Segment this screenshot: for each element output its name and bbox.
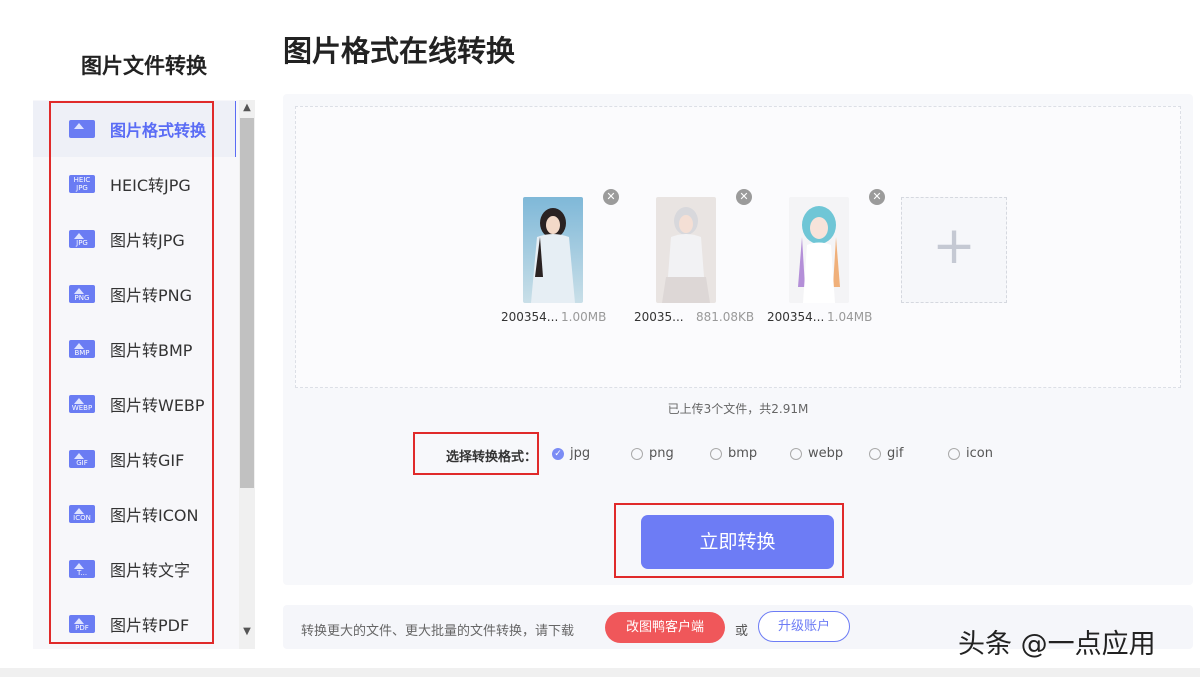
- format-option-png[interactable]: png: [631, 446, 674, 461]
- sidebar-item-image-convert[interactable]: 图片格式转换: [33, 101, 236, 157]
- file-thumbnail: [656, 197, 716, 303]
- convert-button[interactable]: 立即转换: [641, 515, 834, 569]
- format-option-icon[interactable]: icon: [948, 446, 993, 461]
- sidebar-item-label: 图片转PNG: [110, 286, 193, 305]
- download-prompt-text: 转换更大的文件、更大批量的文件转换，请下载: [301, 624, 575, 639]
- heic-jpg-icon: HEIC JPG: [69, 175, 95, 193]
- sidebar-item-label: 图片转文字: [110, 561, 191, 580]
- sidebar-item-label: 图片转PDF: [110, 616, 190, 635]
- upgrade-account-button[interactable]: 升级账户: [758, 611, 850, 642]
- download-client-button[interactable]: 改图鸭客户端: [605, 612, 725, 643]
- plus-icon: +: [932, 216, 976, 276]
- bmp-icon: BMP: [69, 340, 95, 358]
- file-name: 20035...: [634, 310, 684, 324]
- radio-icon[interactable]: [948, 447, 960, 460]
- radio-icon[interactable]: [710, 447, 722, 460]
- format-label: 选择转换格式：: [446, 450, 538, 465]
- radio-checked-icon[interactable]: ✓: [552, 447, 564, 460]
- image-convert-icon: [69, 120, 95, 138]
- sidebar-item-text[interactable]: T... 图片转文字: [33, 541, 236, 597]
- file-size: 1.00MB: [561, 310, 607, 324]
- format-option-bmp[interactable]: bmp: [710, 446, 757, 461]
- file-size: 1.04MB: [827, 310, 873, 324]
- format-option-webp[interactable]: webp: [790, 446, 843, 461]
- sidebar-item-label: 图片转BMP: [110, 341, 193, 360]
- active-indicator: [235, 101, 236, 157]
- sidebar-scrollbar[interactable]: ▲ ▼: [239, 100, 255, 649]
- sidebar-title: 图片文件转换: [81, 54, 207, 78]
- add-file-button[interactable]: +: [901, 197, 1007, 303]
- sidebar-item-label: 图片转JPG: [110, 231, 185, 250]
- scroll-thumb[interactable]: [240, 118, 254, 488]
- icon-format-icon: ICON: [69, 505, 95, 523]
- sidebar-item-bmp[interactable]: BMP 图片转BMP: [33, 321, 236, 377]
- sidebar-list: 图片格式转换 HEIC JPG HEIC转JPG JPG 图片转JPG PNG …: [33, 100, 236, 649]
- file-size: 881.08KB: [696, 310, 755, 324]
- sidebar-item-label: HEIC转JPG: [110, 176, 191, 195]
- pdf-icon: PDF: [69, 615, 95, 633]
- page-title: 图片格式在线转换: [283, 34, 516, 68]
- radio-icon[interactable]: [631, 447, 643, 460]
- file-name: 200354...: [767, 310, 825, 324]
- sidebar-item-heic-jpg[interactable]: HEIC JPG HEIC转JPG: [33, 156, 236, 212]
- png-icon: PNG: [69, 285, 95, 303]
- file-thumbnail: [789, 197, 849, 303]
- sidebar-item-pdf[interactable]: PDF 图片转PDF: [33, 596, 236, 649]
- upload-summary: 已上传3个文件，共2.91M: [667, 402, 809, 416]
- sidebar-item-webp[interactable]: WEBP 图片转WEBP: [33, 376, 236, 432]
- sidebar-item-label: 图片转ICON: [110, 506, 199, 525]
- sidebar-item-label: 图片转WEBP: [110, 396, 205, 415]
- sidebar: 图片格式转换 HEIC JPG HEIC转JPG JPG 图片转JPG PNG …: [33, 100, 255, 649]
- converter-panel: ✕ 200354... 1.00MB ✕ 20035... 881.08KB ✕…: [283, 94, 1193, 585]
- watermark: 头条 @一点应用: [958, 629, 1156, 660]
- scroll-down-icon[interactable]: ▼: [239, 626, 255, 637]
- jpg-icon: JPG: [69, 230, 95, 248]
- page-bottom-strip: [0, 668, 1200, 677]
- format-option-jpg[interactable]: ✓ jpg: [552, 446, 590, 461]
- webp-icon: WEBP: [69, 395, 95, 413]
- radio-icon[interactable]: [869, 447, 881, 460]
- or-text: 或: [735, 624, 749, 639]
- gif-icon: GIF: [69, 450, 95, 468]
- text-icon: T...: [69, 560, 95, 578]
- sidebar-item-png[interactable]: PNG 图片转PNG: [33, 266, 236, 322]
- sidebar-item-jpg[interactable]: JPG 图片转JPG: [33, 211, 236, 267]
- remove-file-icon[interactable]: ✕: [869, 189, 885, 205]
- remove-file-icon[interactable]: ✕: [603, 189, 619, 205]
- upload-dropzone[interactable]: ✕ 200354... 1.00MB ✕ 20035... 881.08KB ✕…: [295, 106, 1181, 388]
- file-thumbnail: [523, 197, 583, 303]
- format-option-gif[interactable]: gif: [869, 446, 903, 461]
- sidebar-item-icon[interactable]: ICON 图片转ICON: [33, 486, 236, 542]
- sidebar-item-label: 图片格式转换: [110, 121, 207, 140]
- sidebar-item-gif[interactable]: GIF 图片转GIF: [33, 431, 236, 487]
- sidebar-item-label: 图片转GIF: [110, 451, 185, 470]
- file-name: 200354...: [501, 310, 559, 324]
- scroll-up-icon[interactable]: ▲: [239, 102, 255, 113]
- radio-icon[interactable]: [790, 447, 802, 460]
- remove-file-icon[interactable]: ✕: [736, 189, 752, 205]
